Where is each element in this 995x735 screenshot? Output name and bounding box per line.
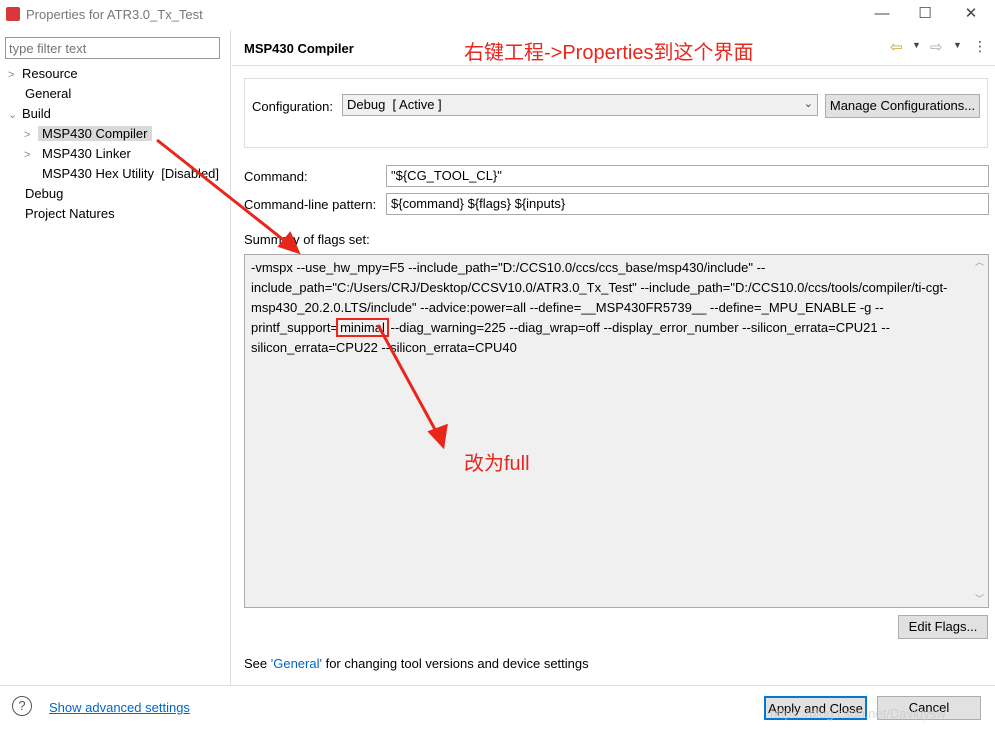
help-icon[interactable]: ?	[12, 696, 32, 716]
arrow-head	[277, 231, 301, 255]
annotation-arrows	[156, 138, 448, 450]
arrow-to-flags	[156, 138, 291, 247]
arrow-to-note	[376, 324, 440, 436]
show-advanced-settings-link[interactable]: Show advanced settings	[49, 700, 190, 715]
watermark: https://blog.csdn.net/Davidysw	[770, 706, 946, 721]
arrow-head	[427, 423, 448, 450]
